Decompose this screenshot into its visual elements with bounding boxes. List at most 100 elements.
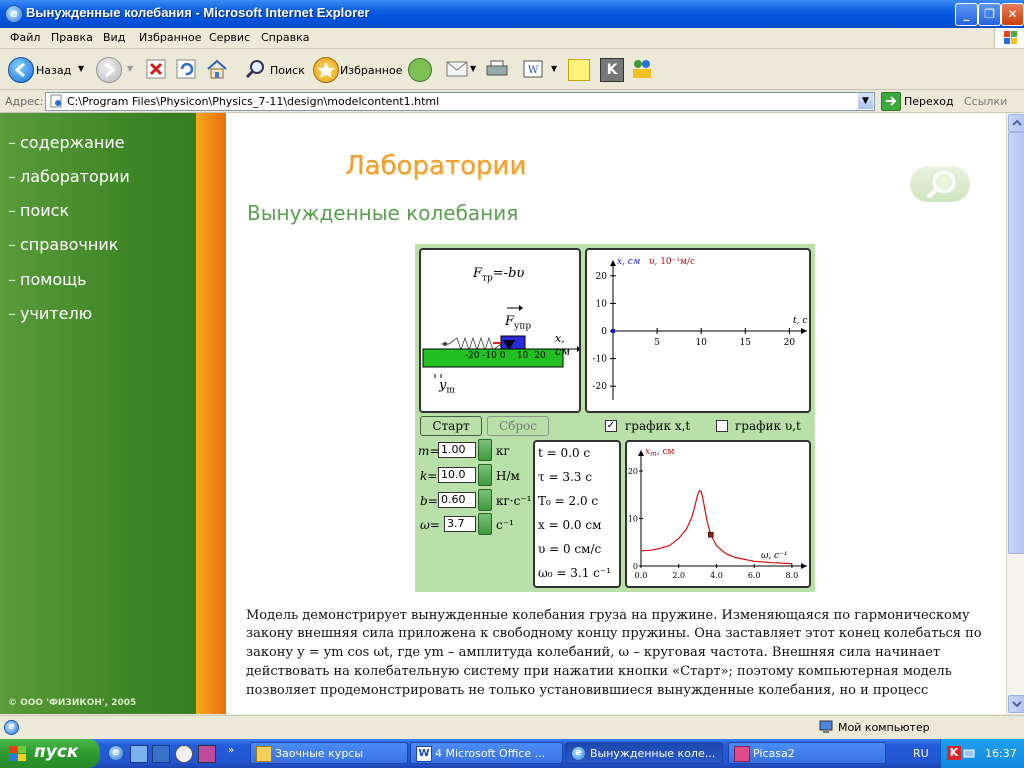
y-tick-label: 20 [628, 467, 638, 476]
language-indicator[interactable]: RU [913, 747, 929, 760]
k-icon[interactable]: K [600, 58, 624, 82]
y-axis-label: xm, см [645, 447, 674, 458]
close-button[interactable]: ✕ [1001, 3, 1024, 26]
scale-tick: -10 [482, 351, 497, 361]
minimize-button[interactable]: _ [955, 3, 978, 26]
quicklaunch-media-icon[interactable] [175, 745, 193, 763]
home-icon[interactable] [206, 58, 228, 80]
x-tick-label: 6.0 [748, 571, 761, 580]
task-item[interactable]: W 4 Microsoft Office ... [410, 742, 563, 764]
search-button-label[interactable]: Поиск [270, 64, 305, 77]
history-icon[interactable] [408, 58, 432, 82]
param-m-input[interactable]: 1.00 [438, 442, 476, 458]
graph-vt-checkbox[interactable] [716, 420, 728, 432]
address-dropdown-icon[interactable]: ▼ [858, 93, 873, 109]
menu-edit[interactable]: Правка [51, 31, 93, 44]
print-icon[interactable] [485, 60, 509, 78]
go-arrow-icon[interactable] [881, 92, 901, 111]
param-b-input[interactable]: 0.60 [438, 492, 476, 508]
quicklaunch-ie-icon[interactable]: e [108, 745, 124, 761]
vertical-scrollbar[interactable] [1006, 113, 1024, 714]
quicklaunch-explorer-icon[interactable] [152, 745, 170, 763]
scale-tick: 20 [534, 351, 546, 361]
svg-text:W: W [528, 65, 539, 76]
sidebar-item-labs[interactable]: – лаборатории [8, 167, 130, 186]
param-omega-spinner[interactable] [478, 513, 492, 535]
param-b-unit: кг·с⁻¹ [496, 494, 532, 508]
xt-plot-panel: 20 10 0 -10 -20 5 10 15 20 x, см υ, 10⁻¹м/с t, с [585, 248, 811, 413]
back-arrow-icon[interactable] [8, 57, 34, 83]
back-button-label[interactable]: Назад [36, 64, 71, 77]
scroll-down-icon[interactable] [1008, 695, 1024, 713]
task-item[interactable]: Заочные курсы [250, 742, 408, 764]
y-tick-label: -20 [593, 382, 608, 392]
network-icon[interactable] [963, 747, 975, 759]
x-tick-label: 20 [784, 338, 796, 348]
maximize-button[interactable]: ❐ [978, 3, 1001, 26]
mail-icon[interactable] [446, 60, 470, 78]
graph-xt-checkbox[interactable]: ✓ [605, 420, 617, 432]
quicklaunch-desktop-icon[interactable] [130, 745, 148, 763]
sidebar-item-reference[interactable]: – справочник [8, 235, 118, 254]
param-omega-input[interactable]: 3.7 [444, 516, 476, 532]
scale-tick: 10 [516, 351, 529, 361]
param-k-spinner[interactable] [478, 464, 492, 486]
title-bar[interactable]: e Вынужденные колебания - Microsoft Inte… [0, 0, 1024, 28]
menu-help[interactable]: Справка [261, 31, 309, 44]
param-m-spinner[interactable] [478, 439, 492, 461]
readout-x: x = 0.0 см [538, 518, 602, 532]
sidebar-item-teacher[interactable]: – учителю [8, 304, 92, 323]
y-tick-label: 0 [633, 562, 638, 571]
menu-file[interactable]: Файл [10, 31, 40, 44]
address-input[interactable]: C:\Program Files\Physicon\Physics_7-11\d… [45, 92, 875, 111]
y-tick-label: 10 [628, 515, 638, 524]
links-label[interactable]: Ссылки [964, 95, 1007, 108]
param-omega-unit: с⁻¹ [496, 518, 514, 532]
address-url: C:\Program Files\Physicon\Physics_7-11\d… [67, 95, 440, 108]
readout-omega0: ω₀ = 3.1 с⁻¹ [538, 566, 612, 580]
stop-icon[interactable] [146, 59, 166, 79]
search-icon[interactable] [245, 58, 267, 80]
edit-dropdown-icon[interactable]: ▼ [551, 64, 557, 73]
scroll-thumb[interactable] [1008, 132, 1024, 554]
favorites-star-icon[interactable] [313, 57, 339, 83]
menu-tools[interactable]: Сервис [209, 31, 250, 44]
start-button-taskbar[interactable]: пуск [0, 739, 100, 768]
favorites-button-label[interactable]: Избранное [340, 64, 402, 77]
back-dropdown-icon[interactable]: ▼ [78, 64, 84, 73]
menu-view[interactable]: Вид [103, 31, 125, 44]
param-k-input[interactable]: 10.0 [438, 467, 476, 483]
param-b-spinner[interactable] [478, 489, 492, 511]
quicklaunch-more-icon[interactable]: » [228, 745, 234, 756]
edit-word-icon[interactable]: W [523, 60, 545, 78]
x-tick-label: 2.0 [672, 571, 685, 580]
forward-arrow-icon[interactable] [96, 57, 122, 83]
security-zone: Мой компьютер [838, 721, 930, 734]
x-axis-arrow [801, 328, 807, 334]
readout-velocity: υ = 0 см/с [538, 542, 602, 556]
start-button[interactable]: Старт [420, 416, 482, 436]
param-k-label: k= [420, 469, 438, 483]
refresh-icon[interactable] [176, 59, 196, 79]
page-heading: Лаборатории [345, 151, 527, 181]
mail-dropdown-icon[interactable]: ▼ [470, 64, 476, 73]
note-icon[interactable] [568, 59, 590, 81]
task-item-active[interactable]: e Вынужденные коле... [565, 742, 723, 764]
reset-button[interactable]: Сброс [487, 416, 549, 436]
description-line: действовать на колебательную систему при… [246, 664, 952, 679]
forward-dropdown-icon[interactable]: ▼ [127, 64, 133, 73]
ie-icon: e [5, 5, 23, 23]
sidebar-item-search[interactable]: – поиск [8, 201, 69, 220]
menu-favorites[interactable]: Избранное [139, 31, 201, 44]
x-axis-arrow [801, 563, 807, 569]
sidebar-item-contents[interactable]: – содержание [8, 133, 125, 152]
messenger-icon[interactable] [630, 58, 654, 80]
kaspersky-icon[interactable]: K [947, 746, 961, 760]
task-item[interactable]: Picasa2 [728, 742, 886, 764]
magnifier-icon[interactable] [910, 166, 970, 202]
scroll-up-icon[interactable] [1008, 114, 1024, 132]
y-axis-label-x: x, см [617, 257, 640, 267]
go-button-label[interactable]: Переход [904, 95, 954, 108]
quicklaunch-app-icon[interactable] [198, 745, 216, 763]
sidebar-item-help[interactable]: – помощь [8, 270, 87, 289]
